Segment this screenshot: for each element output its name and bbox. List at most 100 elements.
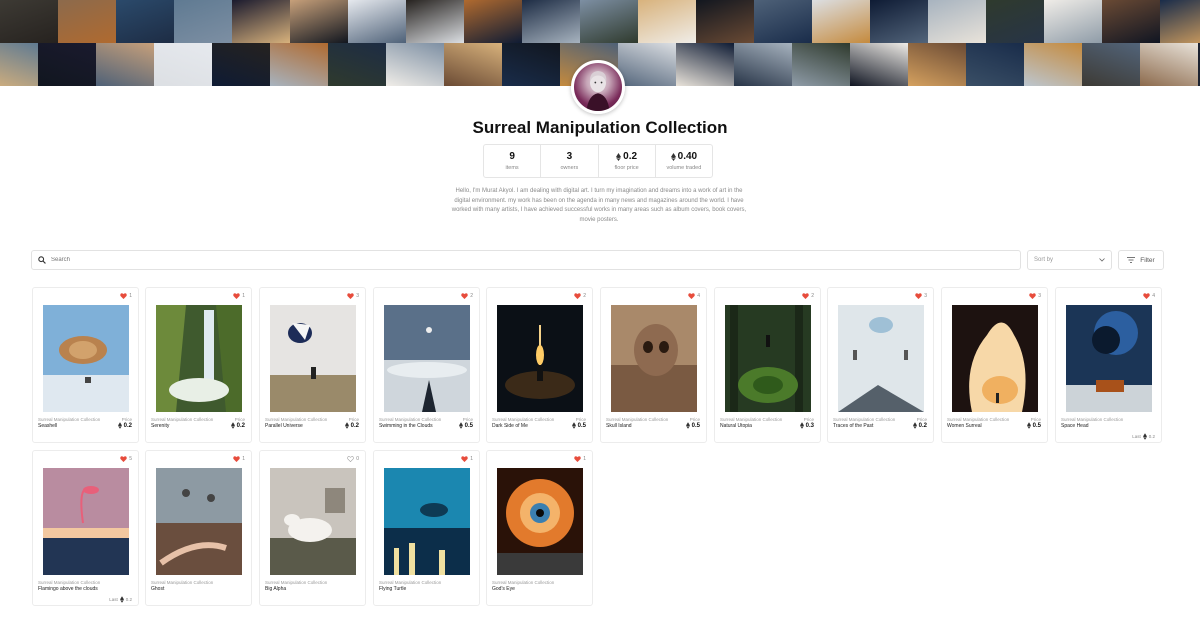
ethereum-icon — [1026, 422, 1031, 429]
like-button[interactable]: 3 — [347, 293, 359, 299]
item-card[interactable]: 2 Surreal Manipulation Collection Dark Sid… — [486, 287, 593, 443]
sort-by-select[interactable]: Sort by — [1027, 250, 1112, 270]
stat-owners-value: 3 — [566, 151, 573, 162]
item-card[interactable]: 1 Surreal Manipulation Collection Ghost — [145, 450, 252, 606]
banner-tile — [444, 43, 502, 86]
banner-tile — [154, 43, 212, 86]
item-artwork[interactable] — [270, 468, 356, 575]
item-card[interactable]: 0 Surreal Manipulation Collection Big Alph… — [259, 450, 366, 606]
item-artwork[interactable] — [725, 305, 811, 412]
item-artwork[interactable] — [384, 305, 470, 412]
sort-by-label: Sort by — [1034, 257, 1054, 263]
item-collection: Surreal Manipulation Collection — [947, 417, 1010, 422]
like-button[interactable]: 1 — [574, 456, 586, 462]
item-card[interactable]: 3 Surreal Manipulation Collection Traces o… — [827, 287, 934, 443]
item-collection: Surreal Manipulation Collection — [1061, 417, 1124, 422]
item-artwork[interactable] — [156, 468, 242, 575]
item-price-value: 0.5 — [464, 422, 473, 429]
stat-floor-price: 0.2 floor price — [599, 145, 656, 177]
item-last-value: 0.2 — [1148, 434, 1155, 439]
like-button[interactable]: 4 — [688, 293, 700, 299]
ethereum-icon — [119, 596, 124, 603]
like-button[interactable]: 2 — [802, 293, 814, 299]
item-artwork[interactable] — [611, 305, 697, 412]
heart-icon — [688, 293, 695, 299]
item-card[interactable]: 1 Surreal Manipulation Collection Seashell… — [32, 287, 139, 443]
ethereum-icon — [344, 422, 349, 429]
ethereum-icon — [670, 152, 676, 161]
like-count: 1 — [242, 293, 245, 299]
item-artwork[interactable] — [838, 305, 924, 412]
heart-icon — [802, 293, 809, 299]
like-count: 4 — [1152, 293, 1155, 299]
item-card[interactable]: 4 Surreal Manipulation Collection Skull Is… — [600, 287, 707, 443]
item-price-value: 0.5 — [1032, 422, 1041, 429]
collection-avatar[interactable] — [571, 60, 625, 114]
ethereum-icon — [912, 422, 917, 429]
collection-title: Surreal Manipulation Collection — [472, 118, 728, 137]
item-artwork[interactable] — [270, 305, 356, 412]
like-button[interactable]: 5 — [120, 456, 132, 462]
like-button[interactable]: 1 — [233, 456, 245, 462]
ethereum-icon — [616, 152, 622, 161]
item-card[interactable]: 1 Surreal Manipulation Collection God's Ey… — [486, 450, 593, 606]
stat-items: 9 items — [484, 145, 542, 177]
stat-volume-traded-value: 0.40 — [677, 151, 698, 162]
item-collection: Surreal Manipulation Collection — [379, 417, 442, 422]
item-card[interactable]: 3 Surreal Manipulation Collection Parallel… — [259, 287, 366, 443]
like-button[interactable]: 2 — [574, 293, 586, 299]
item-price: 0.3 — [799, 422, 814, 429]
item-last-sale: Last 0.2 — [1132, 433, 1155, 440]
banner-tile — [1102, 0, 1160, 43]
item-card[interactable]: 2 Surreal Manipulation Collection Swimming… — [373, 287, 480, 443]
item-collection: Surreal Manipulation Collection — [38, 417, 101, 422]
banner-tile — [96, 43, 154, 86]
item-price: 0.2 — [344, 422, 359, 429]
banner-tile — [1024, 43, 1082, 86]
item-card[interactable]: 4 Surreal Manipulation Collection Space He… — [1055, 287, 1162, 443]
item-artwork[interactable] — [43, 468, 129, 575]
like-button[interactable]: 3 — [915, 293, 927, 299]
item-artwork[interactable] — [156, 305, 242, 412]
like-button[interactable]: 1 — [233, 293, 245, 299]
stat-owners: 3 owners — [541, 145, 599, 177]
search-input[interactable] — [51, 257, 951, 263]
item-card[interactable]: 5 Surreal Manipulation Collection Flamingo… — [32, 450, 139, 606]
like-button[interactable]: 4 — [1143, 293, 1155, 299]
item-artwork[interactable] — [1066, 305, 1152, 412]
heart-icon — [461, 456, 468, 462]
item-artwork[interactable] — [384, 468, 470, 575]
item-artwork[interactable] — [497, 468, 583, 575]
item-card[interactable]: 2 Surreal Manipulation Collection Natural … — [714, 287, 821, 443]
item-artwork[interactable] — [497, 305, 583, 412]
item-name: Serenity — [151, 423, 170, 429]
item-name: Ghost — [151, 586, 165, 592]
search-bar[interactable] — [31, 250, 1021, 270]
banner-tile — [328, 43, 386, 86]
item-card[interactable]: 1 Surreal Manipulation Collection Flying T… — [373, 450, 480, 606]
item-last-label: Last — [109, 597, 118, 602]
item-price-value: 0.5 — [691, 422, 700, 429]
like-button[interactable]: 1 — [120, 293, 132, 299]
like-button[interactable]: 0 — [347, 456, 359, 462]
item-artwork[interactable] — [43, 305, 129, 412]
item-price: 0.5 — [571, 422, 586, 429]
heart-icon — [1143, 293, 1150, 299]
item-card[interactable]: 1 Surreal Manipulation Collection Serenity… — [145, 287, 252, 443]
item-collection: Surreal Manipulation Collection — [492, 417, 555, 422]
heart-icon — [120, 456, 127, 462]
filter-button[interactable]: Filter — [1118, 250, 1164, 270]
heart-icon — [347, 293, 354, 299]
item-price: 0.2 — [117, 422, 132, 429]
banner-tile — [1082, 43, 1140, 86]
like-button[interactable]: 3 — [1029, 293, 1041, 299]
item-last-sale: Last 0.2 — [109, 596, 132, 603]
item-card[interactable]: 3 Surreal Manipulation Collection Women Su… — [941, 287, 1048, 443]
item-name: Parallel Universe — [265, 423, 303, 429]
item-artwork[interactable] — [952, 305, 1038, 412]
item-name: Traces of the Past — [833, 423, 874, 429]
like-button[interactable]: 2 — [461, 293, 473, 299]
item-price-value: 0.2 — [350, 422, 359, 429]
like-button[interactable]: 1 — [461, 456, 473, 462]
banner-tile — [850, 43, 908, 86]
